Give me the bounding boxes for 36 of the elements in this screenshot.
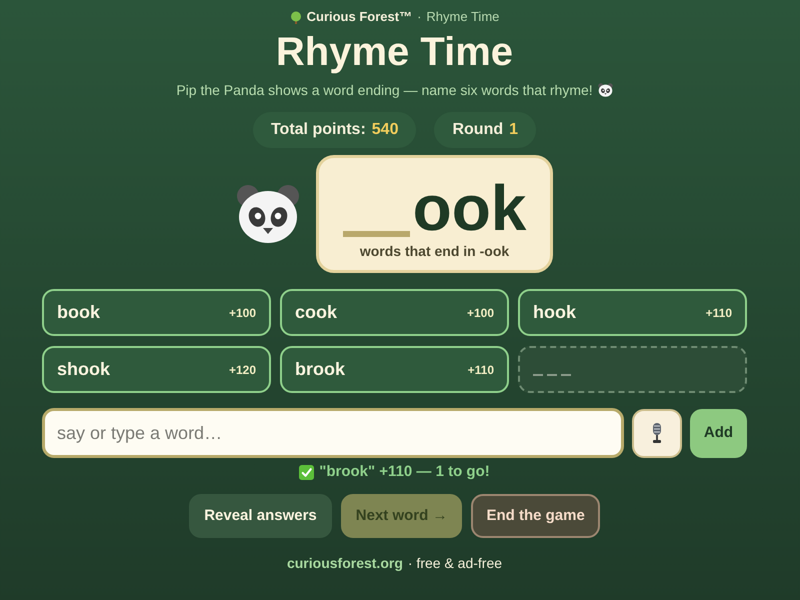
app-name: Rhyme Time [426,9,500,25]
word-text: shook [57,358,110,381]
ending-hint: words that end in -ook [360,242,510,260]
add-button[interactable]: Add [690,408,747,458]
word-text: cook [295,301,338,324]
microphone-button[interactable] [632,408,682,458]
word-input[interactable]: say or type a word… [42,408,624,458]
brand-name: Curious Forest™ [306,9,412,25]
points-text: +110 [706,304,732,322]
stat-label: Round [452,120,504,140]
subtitle: Pip the Panda shows a word ending — name six words that rhyme! [176,81,593,99]
points-text: +100 [466,304,494,322]
panda-face-icon [236,183,300,245]
feedback-message: "brook" +110 — 1 to go! [319,463,490,481]
action-button[interactable]: Reveal answers [189,494,332,538]
action-button[interactable]: End the game [471,494,600,538]
site-link[interactable]: curiousforest.org [286,554,403,572]
word-ending: ook [412,176,526,240]
stat-label: Total points: [270,120,366,140]
blank-bar [342,231,410,237]
panda-face-icon [598,83,613,97]
points-text: +120 [228,362,256,378]
word-text: book [57,301,100,324]
word-text: brook [295,358,346,381]
separator-dot: · [417,9,422,25]
stat-value: 1 [509,120,518,140]
points-text: +110 [468,362,494,378]
footer-text: · free & ad-free [408,554,502,572]
points-text: +100 [228,304,256,322]
check-icon [299,464,314,480]
stat-value: 540 [372,120,398,140]
microphone-icon [651,422,663,444]
page-title: Rhyme Time [276,30,514,74]
tree-icon [290,10,302,24]
word-text: hook [533,301,576,324]
fill-in-line [533,374,571,376]
